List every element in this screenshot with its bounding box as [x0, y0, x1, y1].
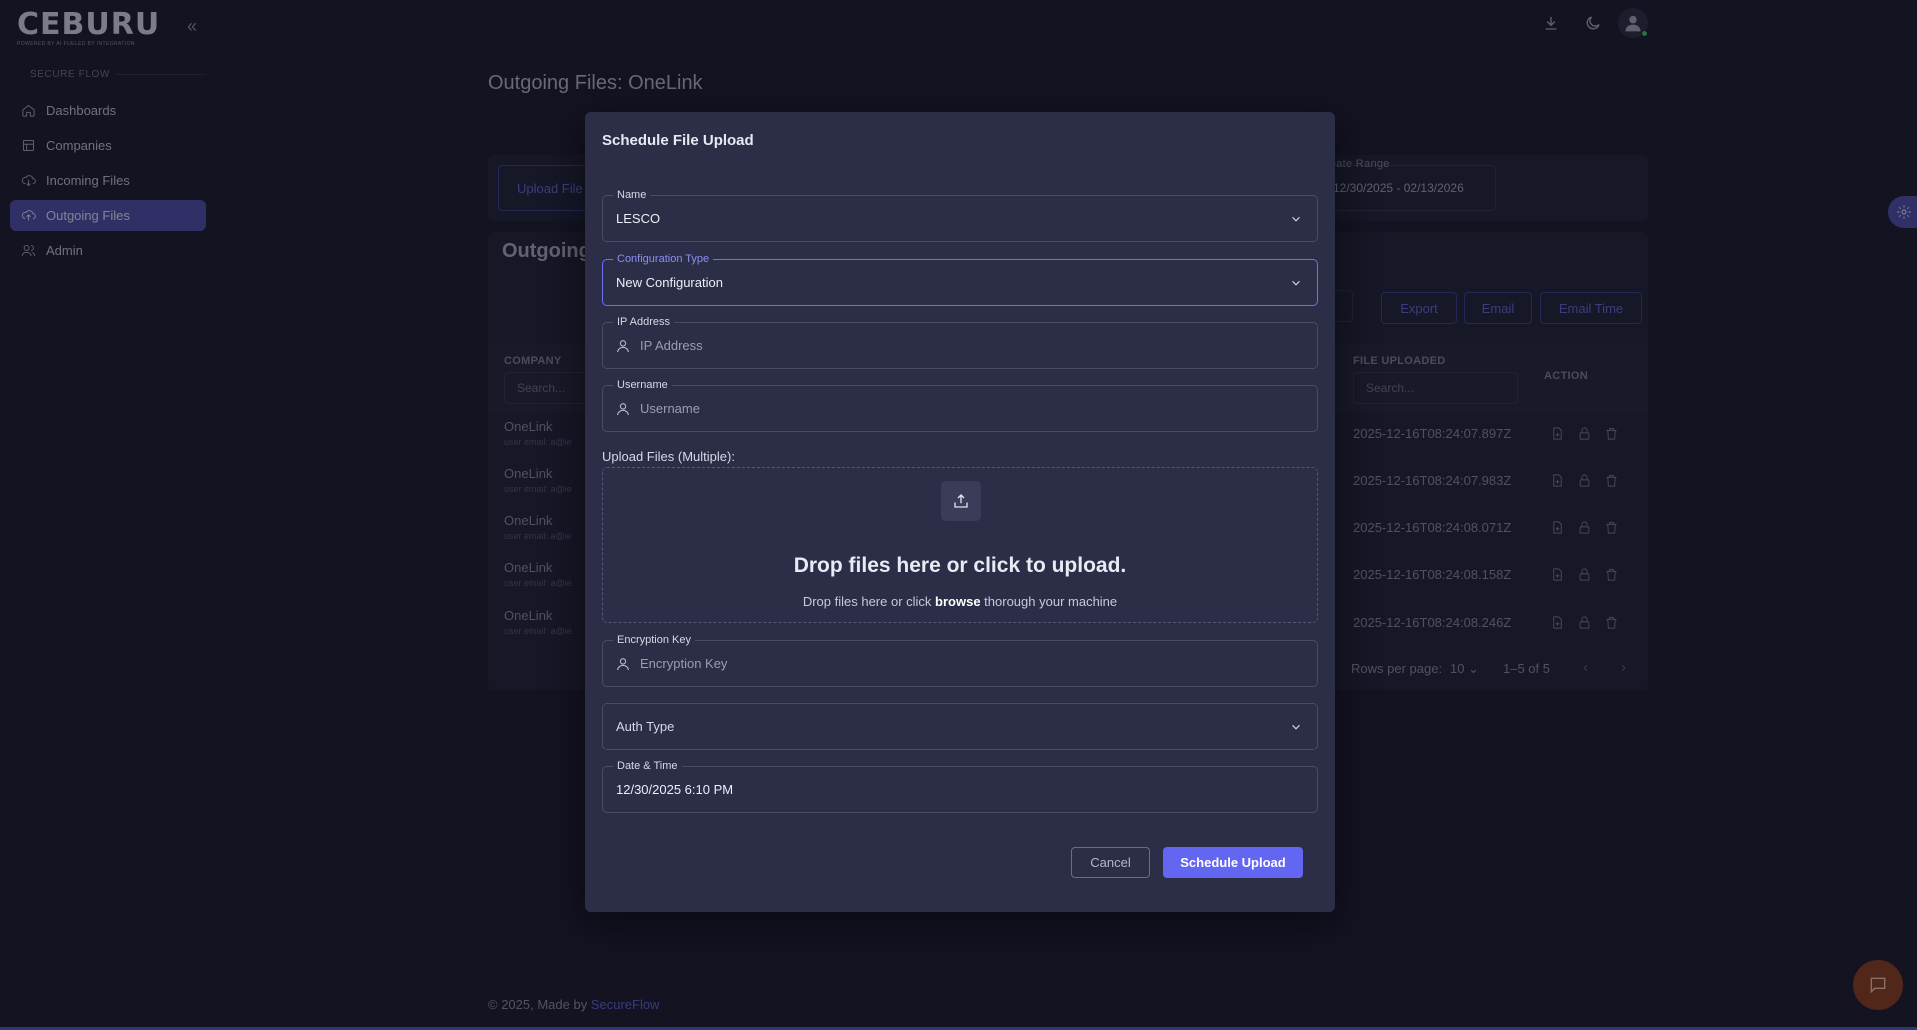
- username-placeholder: Username: [640, 401, 700, 416]
- username-label: Username: [613, 378, 672, 392]
- upload-icon: [941, 481, 981, 521]
- dropzone-subtitle: Drop files here or click browse thorough…: [603, 594, 1317, 609]
- user-icon: [615, 338, 631, 354]
- ip-address-input[interactable]: IP Address IP Address: [602, 315, 1318, 369]
- auth-type-select[interactable]: Auth Type: [602, 703, 1318, 750]
- chevron-down-icon: [1289, 720, 1303, 734]
- ip-address-placeholder: IP Address: [640, 338, 703, 353]
- schedule-upload-modal: Schedule File Upload Name LESCO Configur…: [585, 112, 1335, 912]
- user-icon: [615, 401, 631, 417]
- configuration-type-value: New Configuration: [616, 275, 723, 290]
- configuration-type-label: Configuration Type: [613, 252, 714, 266]
- chevron-down-icon: [1289, 212, 1303, 226]
- name-label: Name: [613, 188, 651, 202]
- encryption-key-label: Encryption Key: [613, 633, 695, 647]
- chevron-down-icon: [1289, 276, 1303, 290]
- schedule-upload-button[interactable]: Schedule Upload: [1163, 847, 1303, 878]
- encryption-key-input[interactable]: Encryption Key Encryption Key: [602, 633, 1318, 687]
- auth-type-placeholder: Auth Type: [616, 719, 675, 734]
- modal-title: Schedule File Upload: [602, 132, 754, 149]
- ip-address-label: IP Address: [613, 315, 674, 329]
- name-value: LESCO: [616, 211, 661, 226]
- cancel-button[interactable]: Cancel: [1071, 847, 1150, 878]
- name-select[interactable]: Name LESCO: [602, 188, 1318, 242]
- date-time-value: 12/30/2025 6:10 PM: [616, 782, 734, 797]
- dropzone-sub-before: Drop files here or click: [802, 594, 936, 609]
- date-time-label: Date & Time: [613, 759, 682, 773]
- upload-files-label: Upload Files (Multiple):: [602, 449, 735, 464]
- dropzone-sub-after: thorough your machine: [980, 594, 1118, 609]
- user-icon: [615, 656, 631, 672]
- configuration-type-select[interactable]: Configuration Type New Configuration: [602, 252, 1318, 306]
- username-input[interactable]: Username Username: [602, 378, 1318, 432]
- browse-link[interactable]: browse: [935, 594, 981, 609]
- file-dropzone[interactable]: Drop files here or click to upload. Drop…: [602, 467, 1318, 623]
- dropzone-title: Drop files here or click to upload.: [793, 554, 1127, 577]
- encryption-key-placeholder: Encryption Key: [640, 656, 728, 671]
- date-time-input[interactable]: Date & Time 12/30/2025 6:10 PM: [602, 759, 1318, 813]
